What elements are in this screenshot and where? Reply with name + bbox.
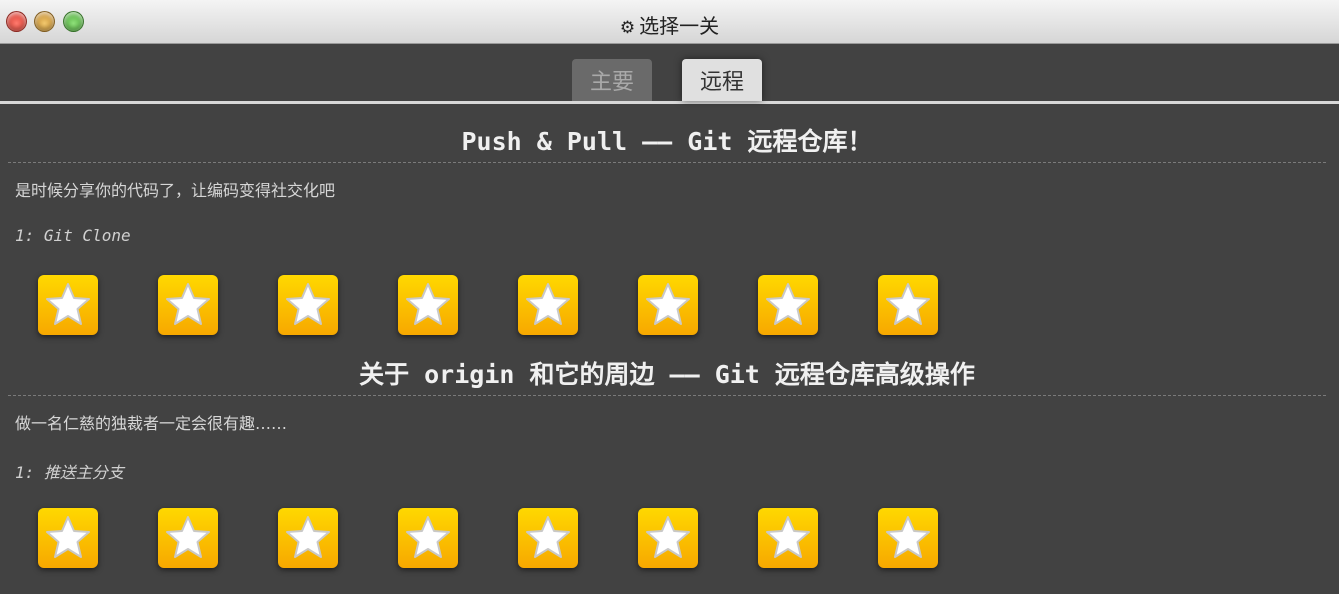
level-button[interactable]	[38, 508, 98, 568]
star-icon	[643, 513, 693, 563]
star-icon	[883, 513, 933, 563]
level-button[interactable]	[638, 508, 698, 568]
section-title-origin: 关于 origin 和它的周边 —— Git 远程仓库高级操作	[8, 355, 1326, 396]
level-button[interactable]	[638, 275, 698, 335]
star-icon	[283, 513, 333, 563]
level-button[interactable]	[398, 275, 458, 335]
gear-icon: ⚙	[619, 18, 636, 38]
star-icon	[163, 513, 213, 563]
level-button[interactable]	[878, 508, 938, 568]
tab-bar: 主要 远程	[0, 44, 1339, 104]
level-button[interactable]	[518, 508, 578, 568]
level-star-row	[0, 275, 1000, 337]
level-button[interactable]	[38, 275, 98, 335]
level-button[interactable]	[878, 275, 938, 335]
level-button[interactable]	[758, 508, 818, 568]
level-button[interactable]	[158, 508, 218, 568]
tab-main[interactable]: 主要	[572, 59, 652, 101]
star-icon	[403, 513, 453, 563]
star-icon	[283, 280, 333, 330]
tab-remote[interactable]: 远程	[682, 59, 762, 101]
level-group-label: 1: Git Clone	[15, 226, 131, 245]
section-description: 做一名仁慈的独裁者一定会很有趣……	[15, 414, 288, 433]
window-title-wrap: ⚙ 选择一关	[0, 10, 1339, 39]
star-icon	[43, 280, 93, 330]
star-icon	[523, 280, 573, 330]
star-icon	[163, 280, 213, 330]
section-description: 是时候分享你的代码了，让编码变得社交化吧	[15, 181, 336, 200]
star-icon	[763, 280, 813, 330]
section-title-push-pull: Push & Pull —— Git 远程仓库！	[8, 122, 1326, 163]
level-button[interactable]	[758, 275, 818, 335]
level-group-label: 1: 推送主分支	[15, 463, 124, 482]
star-icon	[403, 280, 453, 330]
window-titlebar: ⚙ 选择一关	[0, 0, 1339, 44]
level-button[interactable]	[518, 275, 578, 335]
level-button[interactable]	[158, 275, 218, 335]
star-icon	[883, 280, 933, 330]
star-icon	[643, 280, 693, 330]
window-title: 选择一关	[639, 14, 720, 38]
level-star-row	[0, 508, 1000, 570]
level-button[interactable]	[398, 508, 458, 568]
star-icon	[763, 513, 813, 563]
star-icon	[43, 513, 93, 563]
level-button[interactable]	[278, 508, 338, 568]
level-button[interactable]	[278, 275, 338, 335]
star-icon	[523, 513, 573, 563]
